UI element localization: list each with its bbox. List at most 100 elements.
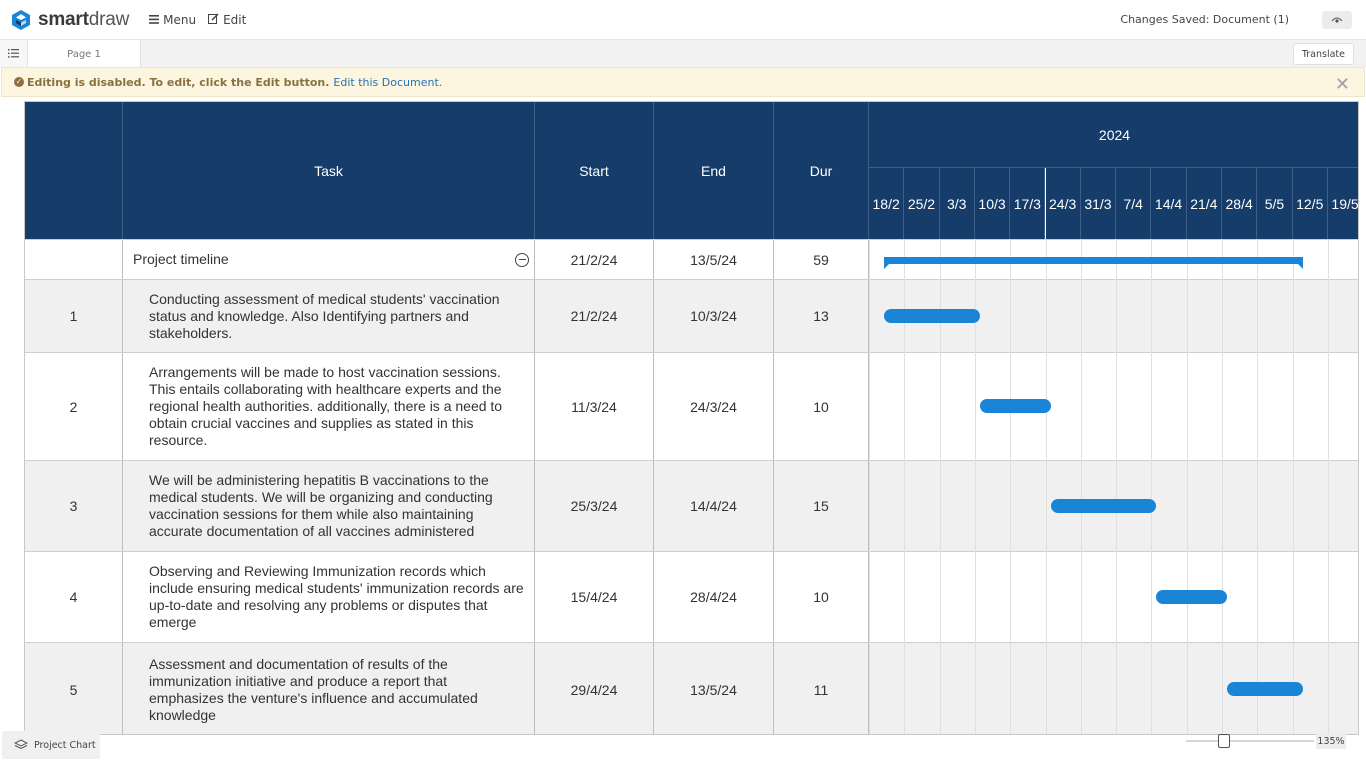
summary-start: 21/2/24 <box>535 240 654 279</box>
timeline-area <box>869 239 1358 734</box>
save-status: Changes Saved: Document (1) <box>1120 13 1289 26</box>
task-name: Assessment and documentation of results … <box>123 643 535 734</box>
smartdraw-logo-icon <box>12 10 30 30</box>
zoom-slider-handle[interactable] <box>1218 734 1230 748</box>
week-header: 7/4 <box>1116 168 1152 239</box>
week-header: 17/3 <box>1010 168 1046 239</box>
layers-icon <box>14 739 28 750</box>
editing-disabled-notice: ✓ Editing is disabled. To edit, click th… <box>1 67 1365 97</box>
task-number: 3 <box>25 461 123 551</box>
layer-label: Project Chart <box>34 739 96 751</box>
task-end: 28/4/24 <box>654 552 774 642</box>
header-end: End <box>654 102 774 239</box>
summary-bar-end-cap <box>1296 263 1303 269</box>
summary-bar[interactable] <box>884 257 1303 269</box>
week-header: 31/3 <box>1080 168 1117 239</box>
week-header: 14/4 <box>1151 168 1187 239</box>
summary-duration: 59 <box>774 240 869 279</box>
week-header: 28/4 <box>1222 168 1258 239</box>
task-duration: 10 <box>774 552 869 642</box>
task-bar[interactable] <box>1050 498 1157 513</box>
task-name: Observing and Reviewing Immunization rec… <box>123 552 535 642</box>
task-duration: 15 <box>774 461 869 551</box>
task-end: 24/3/24 <box>654 353 774 460</box>
week-gridline <box>1292 239 1294 734</box>
week-header: 3/3 <box>939 168 975 239</box>
edit-button[interactable]: Edit <box>208 13 246 27</box>
task-name: Conducting assessment of medical student… <box>123 280 535 352</box>
view-toggle-button[interactable] <box>1322 11 1352 29</box>
week-gridline <box>1045 239 1047 734</box>
header-duration: Dur <box>774 102 869 239</box>
week-header: 21/4 <box>1186 168 1222 239</box>
smartdraw-logo[interactable]: smartdraw <box>10 9 129 31</box>
task-start: 21/2/24 <box>535 280 654 352</box>
task-bar[interactable] <box>1227 682 1303 696</box>
task-end: 10/3/24 <box>654 280 774 352</box>
list-icon <box>8 49 19 58</box>
header-year: 2024 <box>869 102 1358 168</box>
zoom-level: 135% <box>1316 733 1346 749</box>
edit-icon <box>208 13 219 27</box>
notice-text: Editing is disabled. To edit, click the … <box>27 75 330 89</box>
header-start: Start <box>535 102 654 239</box>
week-header: 24/3 <box>1045 168 1081 239</box>
summary-task-label: Project timeline <box>133 251 229 267</box>
logo-text: smartdraw <box>38 9 130 30</box>
task-duration: 10 <box>774 353 869 460</box>
layer-button[interactable]: Project Chart <box>2 731 100 759</box>
task-bar[interactable] <box>884 308 980 323</box>
week-gridline <box>1151 239 1153 734</box>
task-start: 11/3/24 <box>535 353 654 460</box>
top-bar: smartdraw Menu Edit Changes Saved: Docum… <box>0 0 1366 40</box>
task-start: 15/4/24 <box>535 552 654 642</box>
collapse-icon[interactable] <box>515 252 529 267</box>
task-end: 14/4/24 <box>654 461 774 551</box>
edit-label: Edit <box>223 13 247 27</box>
week-header: 18/2 <box>869 168 905 239</box>
week-gridline <box>1327 239 1329 734</box>
task-start: 25/3/24 <box>535 461 654 551</box>
zoom-slider-track[interactable] <box>1186 740 1314 742</box>
week-gridline <box>869 239 870 734</box>
week-gridline <box>1010 239 1012 734</box>
notice-trailing: . <box>438 75 443 89</box>
week-gridline <box>1080 239 1082 734</box>
page-strip: Page 1 Translate <box>0 39 1366 68</box>
edit-document-link[interactable]: Edit this Document <box>333 76 438 89</box>
task-duration: 11 <box>774 643 869 734</box>
week-gridline <box>1186 239 1188 734</box>
task-end: 13/5/24 <box>654 643 774 734</box>
page-list-button[interactable] <box>0 40 28 67</box>
week-gridline <box>1257 239 1259 734</box>
week-header: 12/5 <box>1292 168 1328 239</box>
eye-icon <box>1331 17 1343 23</box>
check-circle-icon: ✓ <box>14 77 24 87</box>
task-name: Arrangements will be made to host vaccin… <box>123 353 535 460</box>
week-header: 10/3 <box>974 168 1011 239</box>
task-number: 4 <box>25 552 123 642</box>
page-tab[interactable]: Page 1 <box>28 40 141 68</box>
week-gridline <box>1116 239 1118 734</box>
header-number <box>25 102 123 239</box>
summary-end: 13/5/24 <box>654 240 774 279</box>
summary-bar-start-cap <box>884 263 891 269</box>
task-bar[interactable] <box>979 399 1051 413</box>
week-header: 25/2 <box>904 168 940 239</box>
close-icon[interactable]: ✕ <box>1335 74 1350 95</box>
summary-number <box>25 240 123 279</box>
task-number: 2 <box>25 353 123 460</box>
task-duration: 13 <box>774 280 869 352</box>
translate-button[interactable]: Translate <box>1292 43 1354 65</box>
week-header: 19/5 <box>1327 168 1358 239</box>
menu-button[interactable]: Menu <box>149 13 196 27</box>
task-bar[interactable] <box>1156 589 1228 604</box>
bottom-bar <box>0 735 1366 768</box>
task-name: We will be administering hepatitis B vac… <box>123 461 535 551</box>
task-number: 5 <box>25 643 123 734</box>
notice-message: ✓ Editing is disabled. To edit, click th… <box>14 76 329 89</box>
summary-task-cell: Project timeline <box>123 240 535 279</box>
week-header: 5/5 <box>1257 168 1293 239</box>
task-number: 1 <box>25 280 123 352</box>
week-gridline <box>1222 239 1223 734</box>
